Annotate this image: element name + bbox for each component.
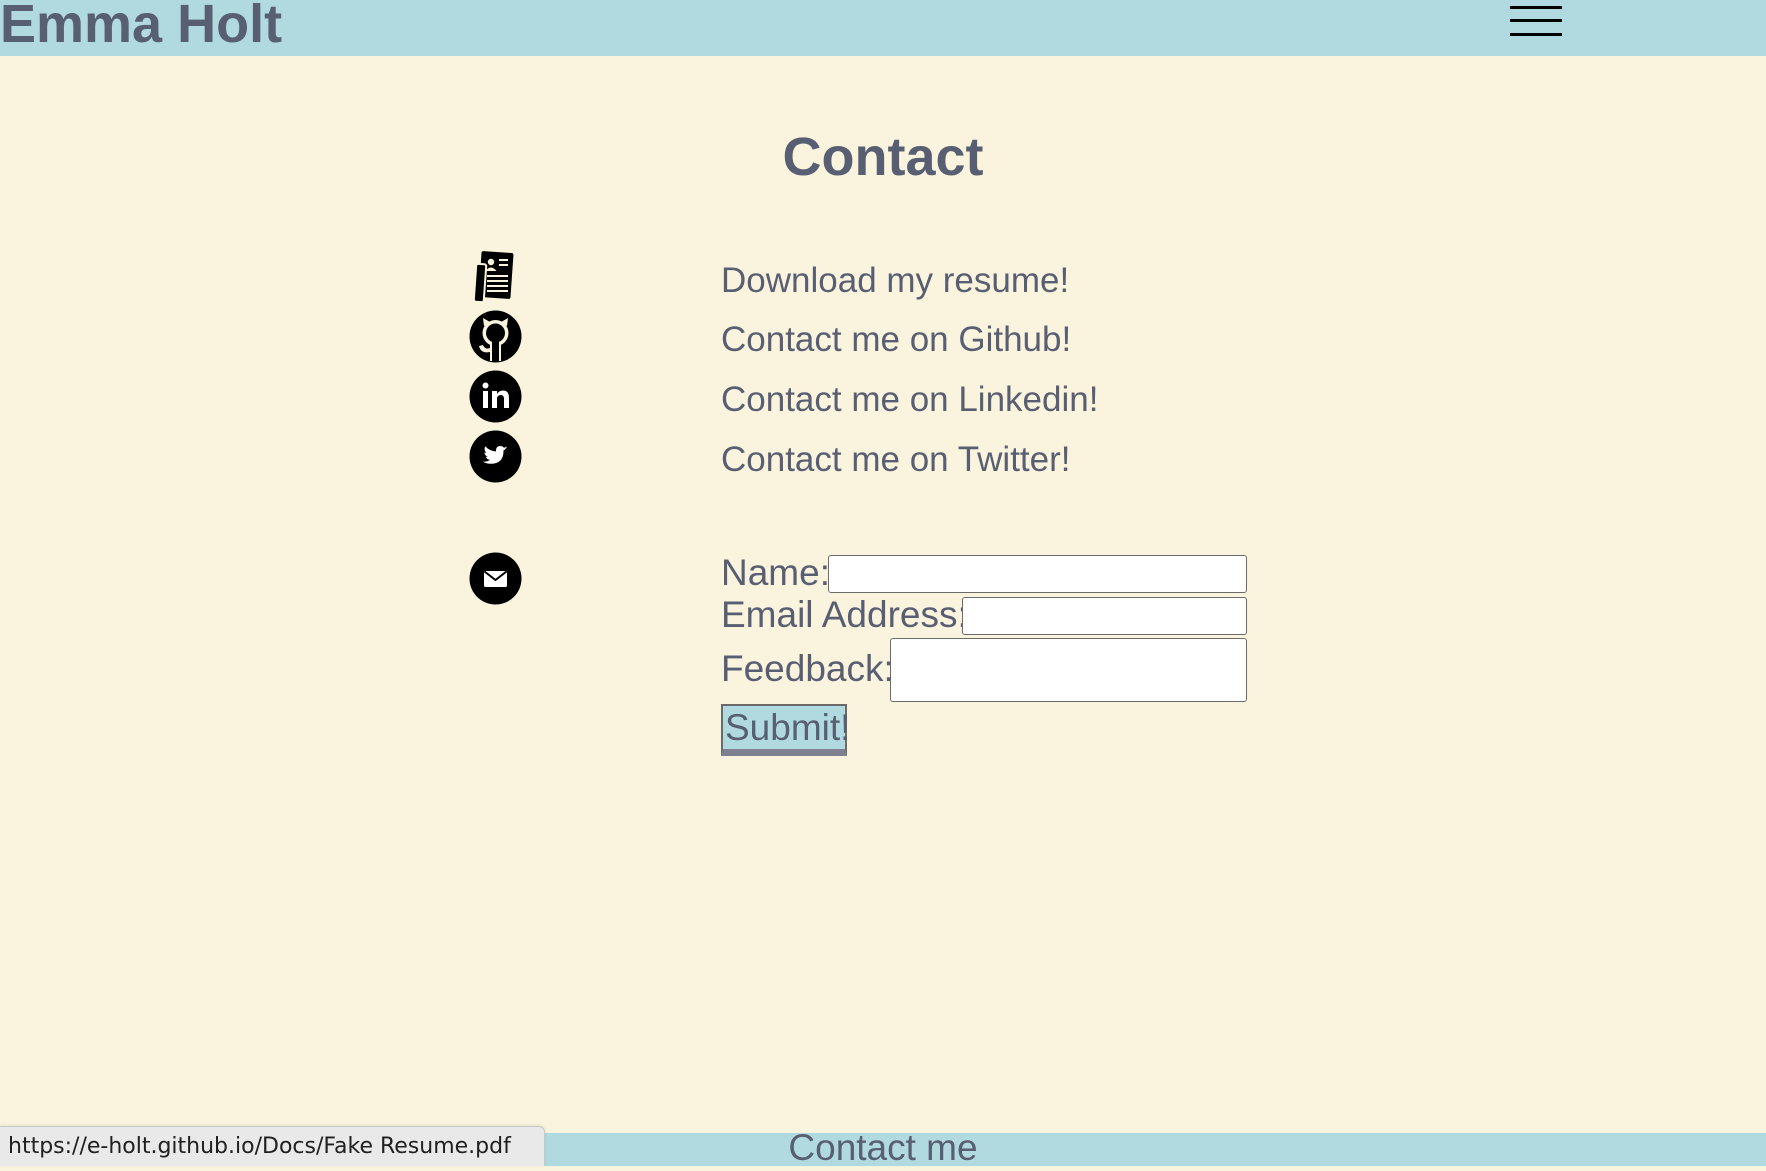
resume-download-link[interactable]: Download my resume! [721, 259, 1069, 303]
mail-icon [469, 552, 522, 605]
twitter-link[interactable]: Contact me on Twitter! [721, 438, 1071, 482]
site-name[interactable]: Emma Holt [0, 0, 282, 56]
linkedin-link[interactable]: Contact me on Linkedin! [721, 378, 1098, 422]
menu-line [1510, 19, 1562, 22]
page-title: Contact [782, 127, 984, 187]
email-label: Email Address: [721, 594, 968, 635]
github-link[interactable]: Contact me on Github! [721, 318, 1071, 362]
hamburger-menu-icon[interactable] [1510, 2, 1564, 38]
feedback-textarea[interactable] [890, 638, 1247, 702]
linkedin-icon[interactable] [469, 370, 522, 423]
feedback-label: Feedback: [721, 648, 894, 689]
name-input[interactable] [828, 555, 1247, 593]
menu-line [1510, 6, 1562, 9]
name-label: Name: [721, 552, 830, 593]
resume-document-icon[interactable] [469, 251, 522, 304]
twitter-icon[interactable] [469, 430, 522, 483]
github-icon[interactable] [469, 310, 522, 363]
email-input[interactable] [962, 597, 1247, 635]
browser-status-bar: https://e-holt.github.io/Docs/Fake Resum… [0, 1126, 545, 1166]
menu-line [1510, 33, 1562, 36]
submit-button[interactable]: Submit! [721, 704, 850, 756]
site-header: Emma Holt [0, 0, 1766, 56]
